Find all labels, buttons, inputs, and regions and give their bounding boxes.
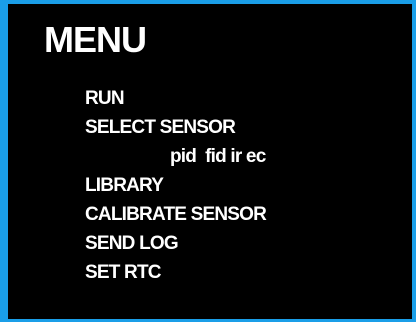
sensor-options-row: pid fid ir ec [85, 142, 266, 171]
menu-item-set-rtc[interactable]: SET RTC [85, 258, 266, 287]
sensor-option-fid[interactable]: fid [205, 146, 227, 167]
menu-item-run[interactable]: RUN [85, 84, 266, 113]
menu-item-send-log[interactable]: SEND LOG [85, 229, 266, 258]
menu-item-select-sensor[interactable]: SELECT SENSOR [85, 113, 266, 142]
sensor-option-ir[interactable]: ir [230, 146, 242, 167]
menu-item-calibrate-sensor[interactable]: CALIBRATE SENSOR [85, 200, 267, 229]
sensor-option-ec[interactable]: ec [246, 146, 266, 167]
menu-item-library[interactable]: LIBRARY [85, 171, 266, 200]
menu-list: RUN SELECT SENSOR pid fid ir ec LIBRARY … [85, 84, 267, 287]
menu-title: MENU [44, 19, 147, 60]
sensor-option-pid[interactable]: pid [170, 146, 197, 167]
menu-screen: MENU RUN SELECT SENSOR pid fid ir ec LIB… [8, 4, 412, 319]
